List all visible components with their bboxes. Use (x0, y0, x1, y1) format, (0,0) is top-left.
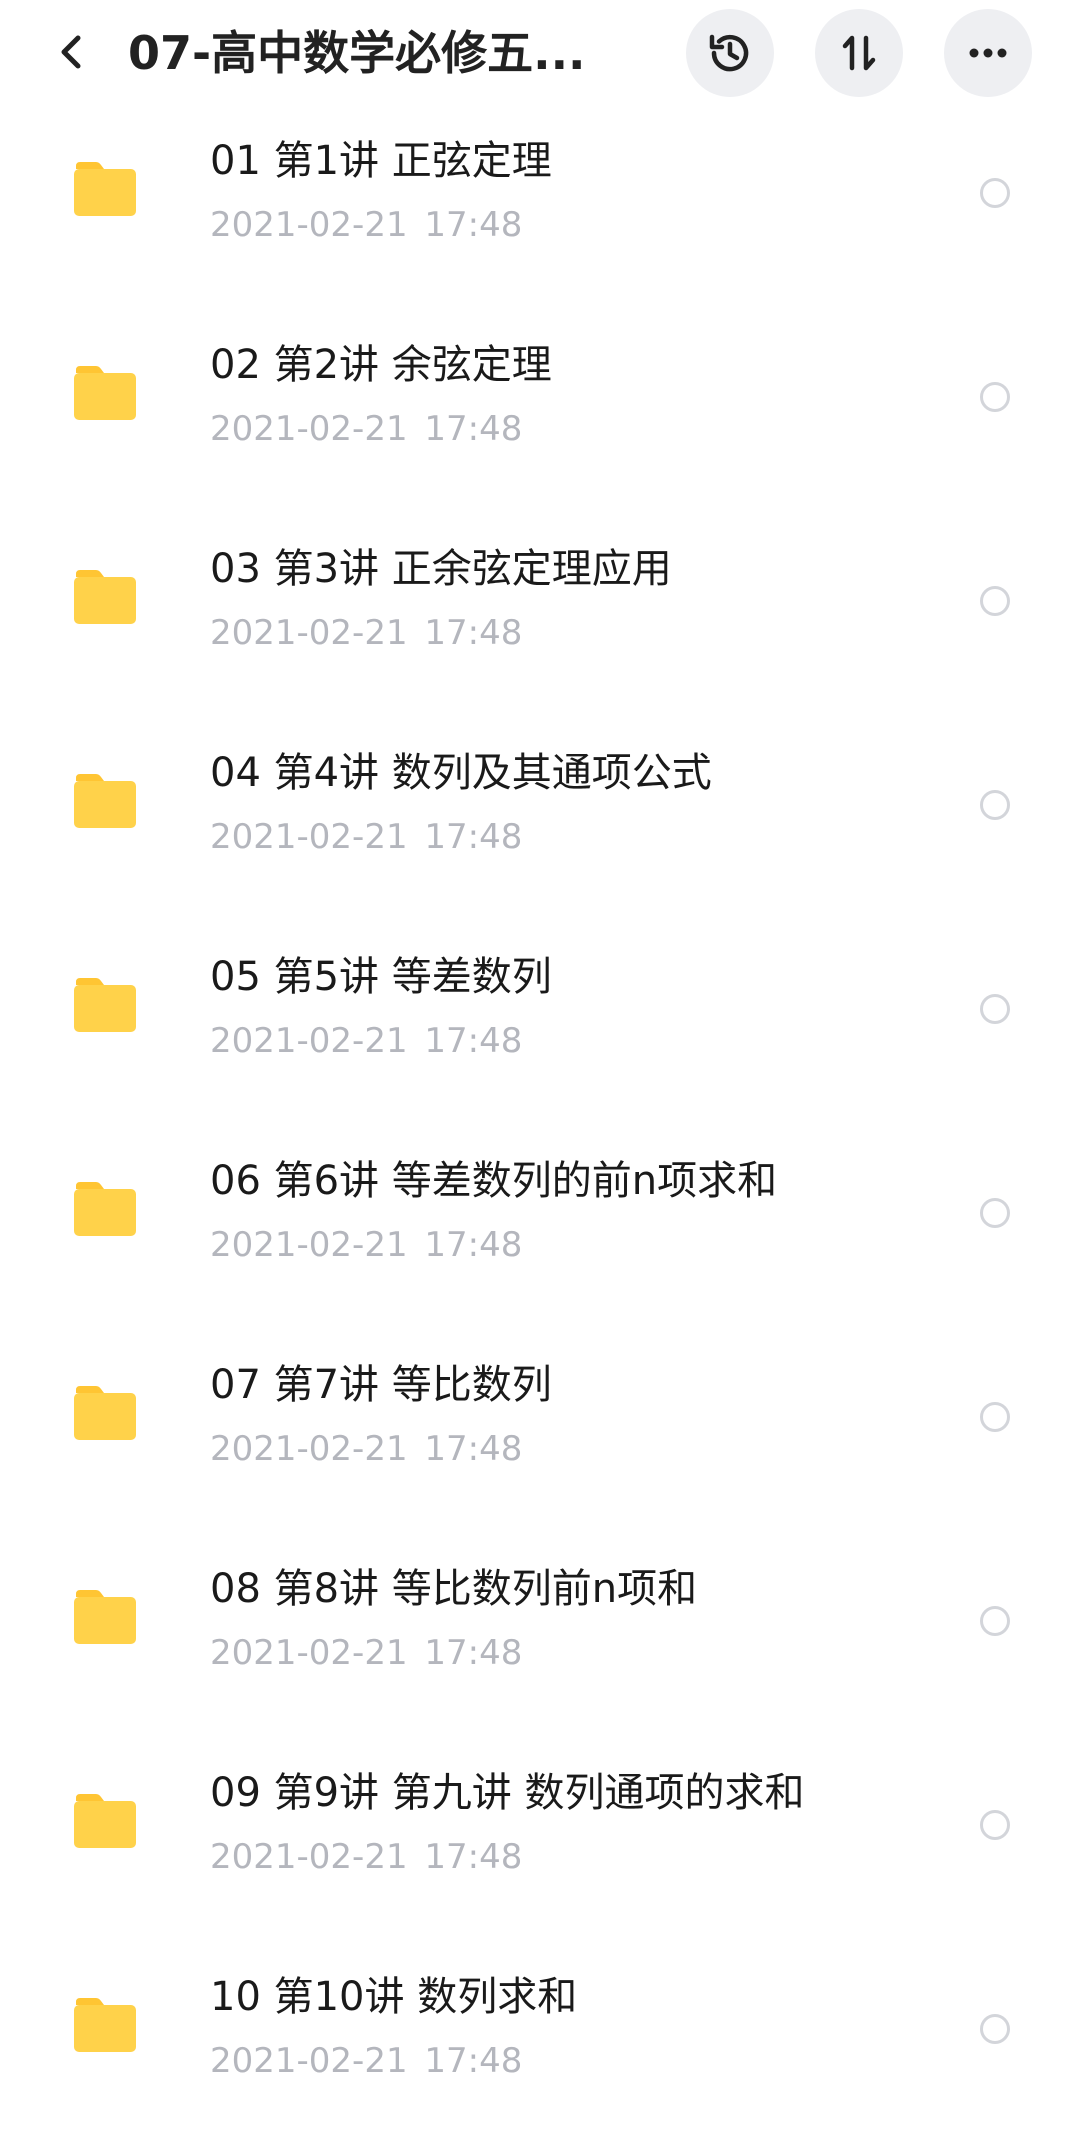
folder-icon (74, 570, 136, 624)
folder-icon (74, 1182, 136, 1236)
modified-date: 2021-02-21 17:48 (210, 1429, 523, 1469)
folder-name: 09 第9讲 第九讲 数列通项的求和 (210, 1770, 805, 1816)
folder-name: 08 第8讲 等比数列前n项和 (210, 1566, 698, 1612)
sort-icon (842, 35, 876, 71)
more-horizontal-icon (969, 48, 1007, 58)
modified-date: 2021-02-21 17:48 (210, 1225, 523, 1265)
select-checkbox[interactable] (980, 1402, 1010, 1432)
folder-icon (74, 162, 136, 216)
select-checkbox[interactable] (980, 2014, 1010, 2044)
folder-name: 03 第3讲 正余弦定理应用 (210, 546, 672, 592)
modified-date: 2021-02-21 17:48 (210, 817, 523, 857)
select-checkbox[interactable] (980, 994, 1010, 1024)
select-checkbox[interactable] (980, 790, 1010, 820)
folder-icon (74, 1998, 136, 2052)
folder-name: 10 第10讲 数列求和 (210, 1974, 578, 2020)
list-item[interactable]: 10 第10讲 数列求和 2021-02-21 17:48 (0, 1946, 1080, 2150)
top-bar: 07-高中数学必修五... (0, 0, 1080, 110)
folder-icon (74, 1386, 136, 1440)
list-item[interactable]: 07 第7讲 等比数列 2021-02-21 17:48 (0, 1334, 1080, 1538)
more-button[interactable] (944, 9, 1032, 97)
page-title: 07-高中数学必修五... (128, 26, 586, 80)
list-item[interactable]: 01 第1讲 正弦定理 2021-02-21 17:48 (0, 110, 1080, 314)
select-checkbox[interactable] (980, 1198, 1010, 1228)
sort-button[interactable] (815, 9, 903, 97)
modified-date: 2021-02-21 17:48 (210, 1633, 523, 1673)
folder-name: 02 第2讲 余弦定理 (210, 342, 552, 388)
select-checkbox[interactable] (980, 1810, 1010, 1840)
modified-date: 2021-02-21 17:48 (210, 2041, 523, 2081)
folder-name: 01 第1讲 正弦定理 (210, 138, 552, 184)
folder-name: 06 第6讲 等差数列的前n项求和 (210, 1158, 778, 1204)
select-checkbox[interactable] (980, 586, 1010, 616)
modified-date: 2021-02-21 17:48 (210, 1837, 523, 1877)
folder-icon (74, 774, 136, 828)
list-item[interactable]: 06 第6讲 等差数列的前n项求和 2021-02-21 17:48 (0, 1130, 1080, 1334)
history-button[interactable] (686, 9, 774, 97)
folder-icon (74, 978, 136, 1032)
list-item[interactable]: 05 第5讲 等差数列 2021-02-21 17:48 (0, 926, 1080, 1130)
modified-date: 2021-02-21 17:48 (210, 1021, 523, 1061)
chevron-left-icon (61, 35, 81, 69)
folder-icon (74, 1590, 136, 1644)
list-item[interactable]: 02 第2讲 余弦定理 2021-02-21 17:48 (0, 314, 1080, 518)
list-item[interactable]: 03 第3讲 正余弦定理应用 2021-02-21 17:48 (0, 518, 1080, 722)
folder-icon (74, 366, 136, 420)
modified-date: 2021-02-21 17:48 (210, 205, 523, 245)
list-item[interactable]: 08 第8讲 等比数列前n项和 2021-02-21 17:48 (0, 1538, 1080, 1742)
select-checkbox[interactable] (980, 178, 1010, 208)
list-item[interactable]: 04 第4讲 数列及其通项公式 2021-02-21 17:48 (0, 722, 1080, 926)
select-checkbox[interactable] (980, 1606, 1010, 1636)
folder-icon (74, 1794, 136, 1848)
back-button[interactable] (44, 24, 100, 80)
list-item[interactable]: 09 第9讲 第九讲 数列通项的求和 2021-02-21 17:48 (0, 1742, 1080, 1946)
modified-date: 2021-02-21 17:48 (210, 613, 523, 653)
folder-name: 04 第4讲 数列及其通项公式 (210, 750, 712, 796)
select-checkbox[interactable] (980, 382, 1010, 412)
modified-date: 2021-02-21 17:48 (210, 409, 523, 449)
history-icon (709, 34, 749, 72)
folder-name: 07 第7讲 等比数列 (210, 1362, 552, 1408)
folder-name: 05 第5讲 等差数列 (210, 954, 552, 1000)
